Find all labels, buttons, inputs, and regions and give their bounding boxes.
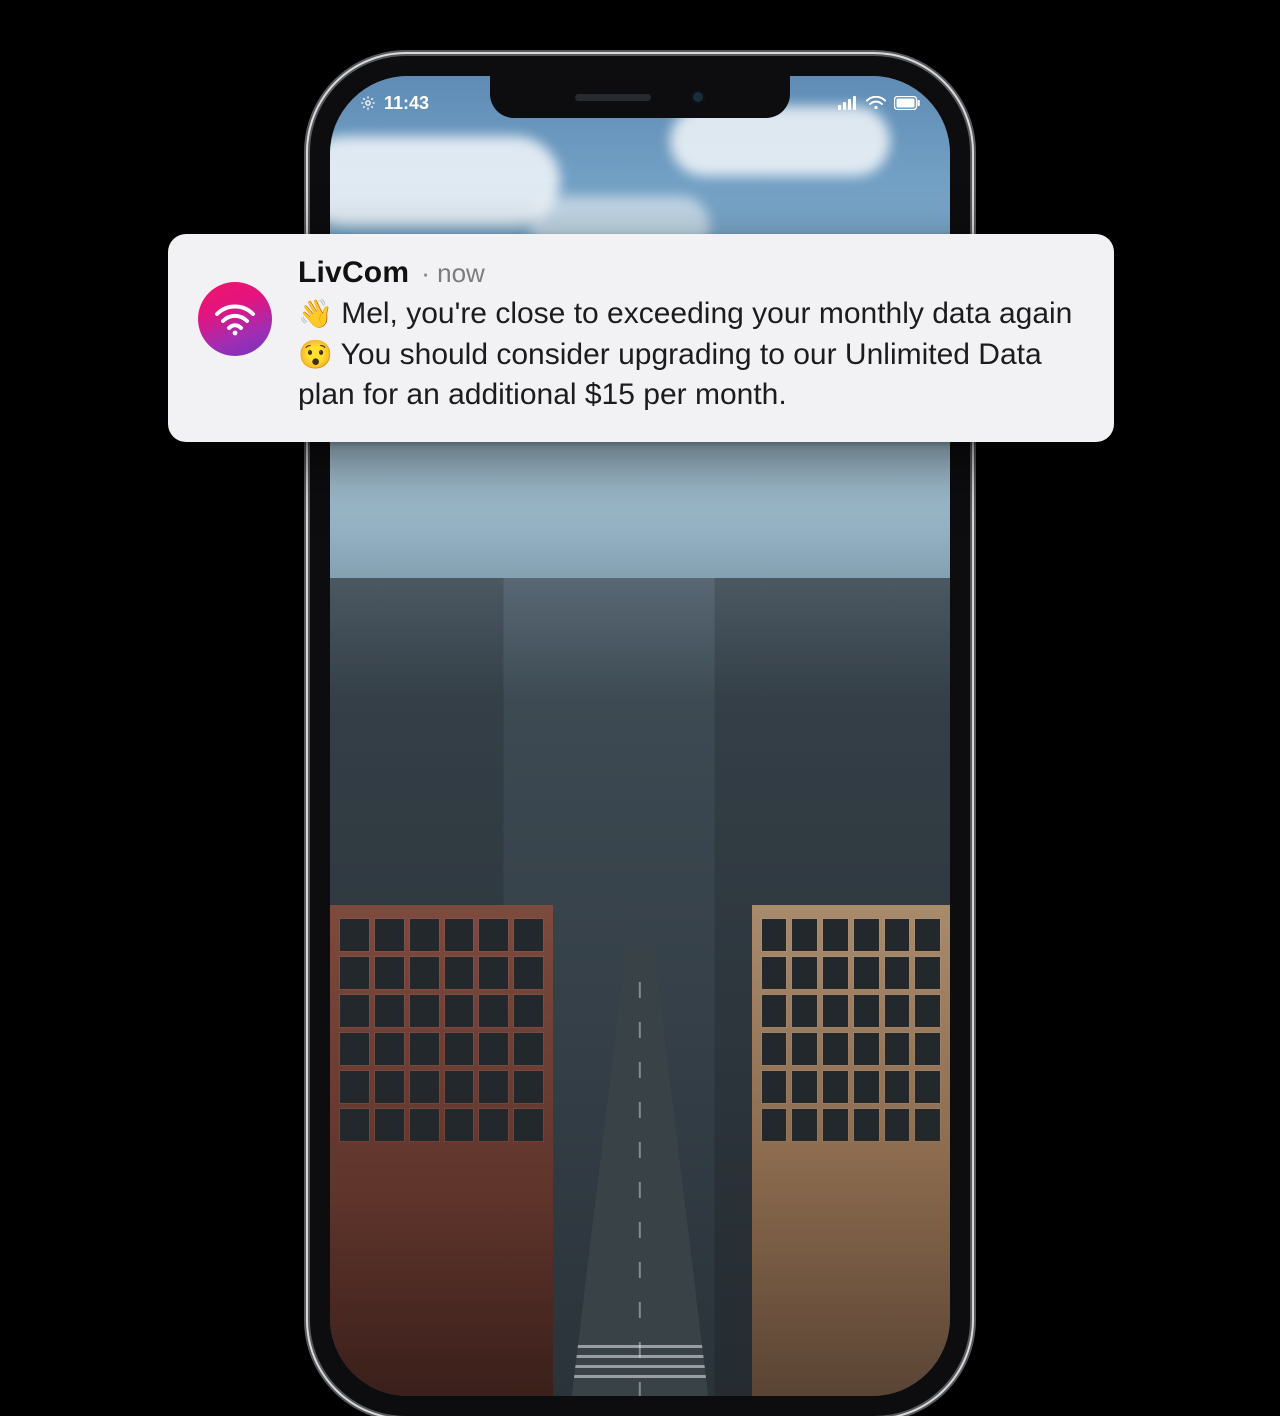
front-camera bbox=[691, 90, 705, 104]
wifi-icon bbox=[213, 297, 257, 341]
speaker-grille bbox=[575, 94, 651, 101]
notification-card[interactable]: LivCom · now 👋 Mel, you're close to exce… bbox=[168, 234, 1114, 442]
wifi-icon bbox=[866, 96, 886, 110]
surprised-emoji: 😯 bbox=[298, 339, 333, 370]
gear-icon bbox=[360, 95, 376, 111]
cellular-icon bbox=[838, 96, 858, 110]
notification-time: · now bbox=[421, 258, 485, 289]
notification-app-name: LivCom bbox=[298, 256, 409, 290]
app-icon bbox=[198, 282, 272, 356]
phone-notch bbox=[490, 76, 790, 118]
wave-emoji: 👋 bbox=[298, 298, 333, 329]
notification-message: 👋 Mel, you're close to exceeding your mo… bbox=[298, 294, 1084, 416]
status-time: 11:43 bbox=[384, 93, 429, 114]
battery-icon bbox=[894, 96, 920, 110]
notification-header: LivCom · now bbox=[298, 256, 1084, 290]
notification-body: LivCom · now 👋 Mel, you're close to exce… bbox=[298, 256, 1084, 416]
